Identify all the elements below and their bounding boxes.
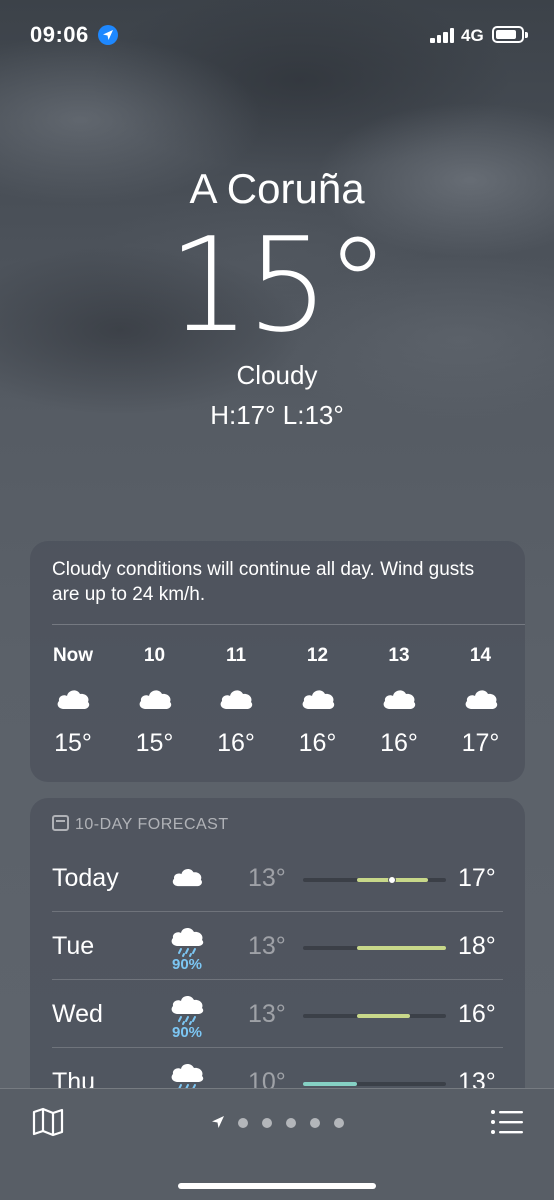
forecast-row[interactable]: Wed 90% 13° 16° bbox=[30, 980, 525, 1048]
bottom-toolbar bbox=[0, 1088, 554, 1200]
current-temperature: 15° bbox=[167, 209, 390, 361]
page-dot[interactable] bbox=[238, 1118, 248, 1128]
hour-temperature: 16° bbox=[380, 729, 418, 757]
battery-icon bbox=[492, 26, 528, 43]
hour-label: 11 bbox=[225, 645, 247, 666]
forecast-row[interactable]: Today 13° 17° bbox=[30, 844, 525, 912]
cloud-rain-icon bbox=[168, 926, 208, 958]
high-temperature: 18° bbox=[458, 932, 496, 960]
high-temperature: 16° bbox=[458, 1000, 496, 1028]
hour-temperature: 16° bbox=[217, 729, 255, 757]
location-arrow-icon bbox=[212, 1116, 224, 1128]
cloud-icon bbox=[463, 685, 499, 711]
forecast-header: 10-DAY FORECAST bbox=[52, 815, 229, 834]
forecast-header-label: 10-DAY FORECAST bbox=[75, 816, 229, 833]
current-temp-marker bbox=[388, 876, 397, 884]
cloud-icon bbox=[55, 685, 91, 711]
forecast-day: Today bbox=[52, 864, 119, 892]
hour-temperature: 16° bbox=[298, 729, 337, 757]
low-temperature: 13° bbox=[248, 1000, 286, 1028]
precipitation-chance: 90% bbox=[171, 1024, 203, 1041]
hour-label: Now bbox=[52, 645, 94, 666]
status-bar: 09:06 4G bbox=[0, 0, 554, 70]
page-dot[interactable] bbox=[286, 1118, 296, 1128]
page-dot[interactable] bbox=[310, 1118, 320, 1128]
forecast-day: Wed bbox=[52, 1000, 103, 1028]
hourly-list[interactable]: Now 15° 10 15° 11 16° 12 16° 13 16° 14 17° bbox=[30, 645, 525, 765]
temperature-range-bar bbox=[303, 1082, 446, 1086]
temperature-range-fill bbox=[356, 1014, 411, 1018]
status-time: 09:06 bbox=[30, 22, 89, 47]
high-low-temperature: H:17° L:13° bbox=[210, 400, 344, 430]
temperature-range-bar bbox=[303, 1014, 446, 1018]
hour-temperature: 15° bbox=[54, 729, 92, 757]
temperature-range-bar bbox=[303, 876, 446, 884]
hour-label: 10 bbox=[143, 645, 166, 666]
forecast-day: Tue bbox=[52, 932, 95, 960]
map-icon[interactable] bbox=[32, 1107, 64, 1137]
page-indicator[interactable] bbox=[210, 1113, 350, 1133]
network-type: 4G bbox=[461, 26, 484, 45]
page-dot[interactable] bbox=[334, 1118, 344, 1128]
hourly-forecast-card[interactable]: Cloudy conditions will continue all day.… bbox=[30, 541, 525, 782]
cloud-icon bbox=[300, 685, 336, 711]
city-name: A Coruña bbox=[189, 165, 365, 212]
hour-label: 14 bbox=[469, 645, 492, 666]
temperature-range-fill bbox=[356, 946, 446, 950]
low-temperature: 13° bbox=[248, 864, 286, 892]
hour-temperature: 15° bbox=[135, 729, 174, 757]
forecast-row[interactable]: Tue 90% 13° 18° bbox=[30, 912, 525, 980]
calendar-icon bbox=[52, 815, 69, 831]
home-indicator[interactable] bbox=[178, 1183, 376, 1189]
high-temperature: 17° bbox=[458, 864, 496, 892]
low-temperature: 13° bbox=[248, 932, 286, 960]
card-divider bbox=[52, 624, 525, 625]
cloud-icon bbox=[170, 864, 204, 888]
cloud-icon bbox=[137, 685, 173, 711]
cloud-rain-icon bbox=[168, 994, 208, 1026]
temperature-range-bar bbox=[303, 946, 446, 950]
hour-label: 13 bbox=[388, 645, 410, 666]
cloud-icon bbox=[218, 685, 254, 711]
location-services-icon bbox=[98, 25, 118, 45]
precipitation-chance: 90% bbox=[171, 956, 203, 973]
temperature-range-fill bbox=[303, 1082, 357, 1086]
cloud-icon bbox=[381, 685, 417, 711]
page-dot[interactable] bbox=[262, 1118, 272, 1128]
ten-day-forecast-card[interactable]: 10-DAY FORECAST Today 13° 17° Tue 90% 13° 18° W… bbox=[30, 798, 525, 1098]
hour-temperature: 17° bbox=[461, 729, 500, 757]
list-icon[interactable] bbox=[490, 1109, 524, 1135]
hour-label: 12 bbox=[306, 645, 329, 666]
current-condition: Cloudy bbox=[236, 360, 318, 390]
cellular-signal-icon bbox=[430, 27, 456, 43]
forecast-summary: Cloudy conditions will continue all day.… bbox=[52, 559, 475, 605]
